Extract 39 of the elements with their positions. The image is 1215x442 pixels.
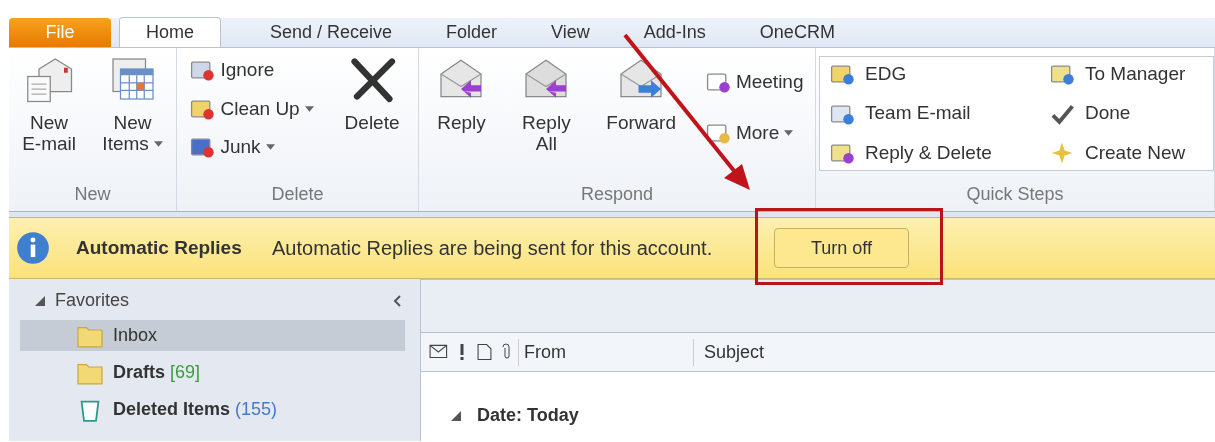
ribbon-button[interactable]: Ignore bbox=[189, 56, 314, 85]
date-group-header[interactable]: Date: Today bbox=[477, 402, 579, 429]
ribbon-button[interactable]: Meeting bbox=[704, 68, 804, 97]
quick-step-button[interactable]: Team E-mail bbox=[829, 99, 1049, 128]
turn-off-button[interactable]: Turn off bbox=[774, 228, 909, 268]
group-label: New bbox=[73, 183, 112, 206]
quick-step-button[interactable]: Create New bbox=[1049, 138, 1213, 168]
ribbon-button[interactable]: New E-mail bbox=[16, 54, 82, 154]
quick-step-button[interactable]: Done bbox=[1049, 99, 1213, 128]
quick-step-button[interactable]: EDG bbox=[829, 59, 1049, 89]
item-count: [69] bbox=[170, 362, 201, 382]
quick-step-button[interactable]: Reply & Delete bbox=[829, 138, 1049, 168]
ribbon-tab[interactable]: OneCRM bbox=[732, 18, 862, 47]
ribbon-button[interactable]: Reply All bbox=[515, 54, 578, 154]
ribbon-tab[interactable]: Home bbox=[119, 17, 221, 47]
info-title: Automatic Replies bbox=[76, 235, 243, 260]
ribbon-button[interactable]: Clean Up bbox=[189, 94, 314, 123]
folder-item[interactable]: Inbox bbox=[20, 320, 405, 351]
ribbon-tab[interactable]: View bbox=[524, 18, 617, 47]
ribbon-tab[interactable]: Add-Ins bbox=[616, 18, 733, 47]
group-label: Respond bbox=[579, 183, 655, 206]
ribbon-button[interactable]: Delete bbox=[338, 54, 406, 133]
section-header[interactable]: Favorites bbox=[55, 287, 130, 314]
ribbon-tab[interactable]: Send / Receive bbox=[243, 18, 420, 47]
folder-item[interactable]: Deleted Items (155) bbox=[20, 394, 405, 425]
quick-step-button[interactable]: To Manager bbox=[1049, 59, 1213, 89]
ribbon-button[interactable]: Reply bbox=[430, 54, 493, 133]
ribbon-button[interactable]: New Items bbox=[96, 54, 169, 154]
group-label: Quick Steps bbox=[965, 183, 1065, 206]
ribbon-button[interactable]: Junk bbox=[189, 133, 314, 162]
ribbon-button[interactable]: Forward bbox=[600, 54, 682, 133]
info-message: Automatic Replies are being sent for this account. bbox=[272, 236, 714, 261]
column-header[interactable]: Subject bbox=[693, 338, 765, 366]
folder-item[interactable]: Drafts [69] bbox=[20, 357, 405, 388]
column-header[interactable]: From bbox=[518, 338, 693, 366]
ribbon-button[interactable]: More bbox=[704, 118, 804, 147]
ribbon-tab[interactable]: Folder bbox=[419, 18, 525, 47]
item-count: (155) bbox=[235, 399, 278, 419]
group-label: Delete bbox=[270, 183, 325, 206]
